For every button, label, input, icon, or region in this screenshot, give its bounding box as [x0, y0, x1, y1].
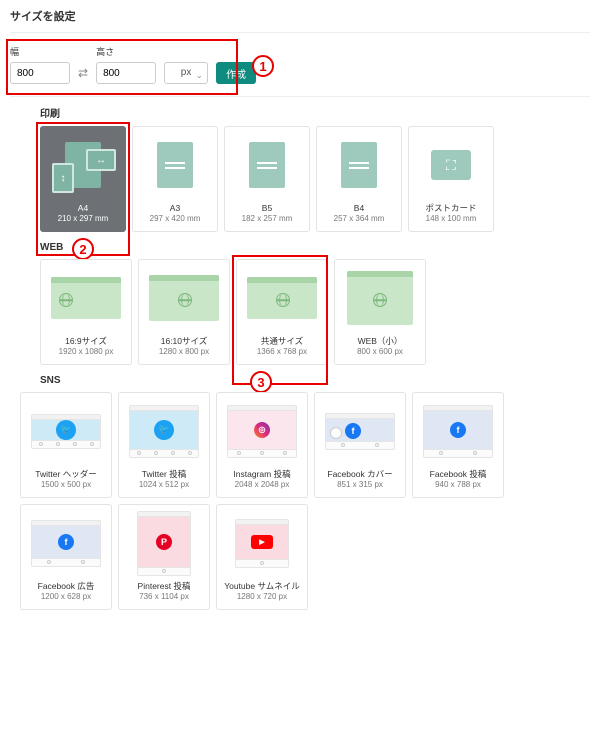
card-name: Twitter 投稿: [142, 469, 186, 480]
annotation-2: 2: [72, 238, 94, 260]
card-dim: 1920 x 1080 px: [59, 347, 114, 356]
card-dim: 297 x 420 mm: [150, 214, 201, 223]
card-dim: 182 x 257 mm: [242, 214, 293, 223]
card-name: B4: [354, 203, 364, 214]
card-dim: 2048 x 2048 px: [235, 480, 290, 489]
card-dim: 1280 x 720 px: [237, 592, 287, 601]
card-a3[interactable]: A3 297 x 420 mm: [132, 126, 218, 232]
card-dim: 851 x 315 px: [337, 480, 383, 489]
card-name: A3: [170, 203, 180, 214]
divider: [10, 32, 590, 33]
card-name: Twitter ヘッダー: [35, 469, 96, 480]
card-a4[interactable]: ↔ ↕ A4 210 x 297 mm: [40, 126, 126, 232]
width-input[interactable]: [10, 62, 70, 84]
annotation-3: 3: [250, 371, 272, 393]
card-name: Facebook 広告: [38, 581, 95, 592]
card-dim: 1500 x 500 px: [41, 480, 91, 489]
card-twitter-header[interactable]: 🐦 Twitter ヘッダー 1500 x 500 px: [20, 392, 112, 498]
card-postcard[interactable]: ⛶ ポストカード 148 x 100 mm: [408, 126, 494, 232]
card-name: Facebook 投稿: [430, 469, 487, 480]
card-youtube-thumb[interactable]: ▶ Youtube サムネイル 1280 x 720 px: [216, 504, 308, 610]
section-web-label: WEB: [40, 242, 590, 253]
card-b5[interactable]: B5 182 x 257 mm: [224, 126, 310, 232]
card-web-small[interactable]: WEB（小） 800 x 600 px: [334, 259, 426, 365]
section-print-label: 印刷: [40, 105, 590, 120]
card-dim: 736 x 1104 px: [139, 592, 189, 601]
card-facebook-ad[interactable]: f Facebook 広告 1200 x 628 px: [20, 504, 112, 610]
card-b4[interactable]: B4 257 x 364 mm: [316, 126, 402, 232]
card-name: Pinterest 投稿: [138, 581, 191, 592]
swap-icon[interactable]: ⇄: [78, 66, 88, 84]
card-dim: 148 x 100 mm: [426, 214, 477, 223]
card-dim: 1280 x 800 px: [159, 347, 209, 356]
divider: [10, 96, 590, 97]
height-input[interactable]: [96, 62, 156, 84]
card-dim: 257 x 364 mm: [334, 214, 385, 223]
width-label: 幅: [10, 45, 70, 58]
card-16-10[interactable]: 16:10サイズ 1280 x 800 px: [138, 259, 230, 365]
unit-select[interactable]: px: [164, 62, 208, 84]
card-name: 16:10サイズ: [161, 336, 208, 347]
create-button[interactable]: 作成: [216, 62, 256, 84]
card-16-9[interactable]: 16:9サイズ 1920 x 1080 px: [40, 259, 132, 365]
card-dim: 940 x 788 px: [435, 480, 481, 489]
card-name: Youtube サムネイル: [224, 581, 300, 592]
card-facebook-cover[interactable]: f Facebook カバー 851 x 315 px: [314, 392, 406, 498]
card-name: Facebook カバー: [327, 469, 392, 480]
card-name: 共通サイズ: [261, 336, 303, 347]
web-cards: 16:9サイズ 1920 x 1080 px 16:10サイズ 1280 x 8…: [10, 259, 590, 365]
card-dim: 1024 x 512 px: [139, 480, 189, 489]
card-name: A4: [78, 203, 88, 214]
card-pinterest-post[interactable]: P Pinterest 投稿 736 x 1104 px: [118, 504, 210, 610]
card-common[interactable]: 共通サイズ 1366 x 768 px: [236, 259, 328, 365]
card-name: WEB（小）: [358, 336, 403, 347]
card-dim: 1366 x 768 px: [257, 347, 307, 356]
card-name: ポストカード: [425, 203, 476, 214]
custom-size-row: 幅 ⇄ 高さ px 作成 1: [10, 41, 590, 94]
card-dim: 800 x 600 px: [357, 347, 403, 356]
card-twitter-post[interactable]: 🐦 Twitter 投稿 1024 x 512 px: [118, 392, 210, 498]
print-cards: ↔ ↕ A4 210 x 297 mm A3 297 x 420 mm B5 1…: [10, 126, 590, 232]
card-dim: 1200 x 628 px: [41, 592, 91, 601]
card-name: Instagram 投稿: [233, 469, 290, 480]
card-facebook-post[interactable]: f Facebook 投稿 940 x 788 px: [412, 392, 504, 498]
card-name: 16:9サイズ: [65, 336, 107, 347]
height-label: 高さ: [96, 45, 156, 58]
page-title: サイズを設定: [10, 6, 590, 30]
card-name: B5: [262, 203, 272, 214]
sns-cards: 🐦 Twitter ヘッダー 1500 x 500 px 🐦 Twitter 投…: [10, 392, 590, 610]
section-sns-label: SNS: [40, 375, 590, 386]
annotation-1: 1: [252, 55, 274, 77]
card-dim: 210 x 297 mm: [58, 214, 109, 223]
card-instagram-post[interactable]: ◎ Instagram 投稿 2048 x 2048 px: [216, 392, 308, 498]
